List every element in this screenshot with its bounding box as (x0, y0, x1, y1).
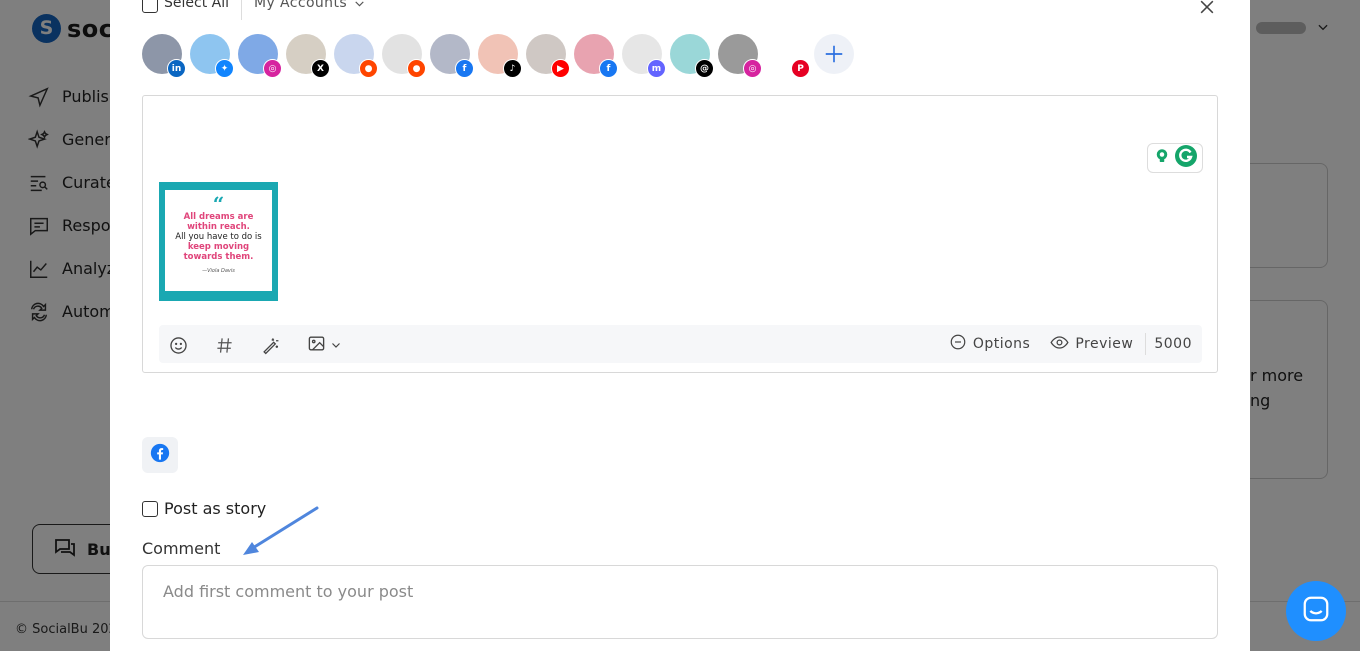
instagram-icon: ◎ (743, 59, 762, 78)
reddit-icon: ● (359, 59, 378, 78)
preview-label: Preview (1075, 336, 1134, 352)
quote-line: within reach. (187, 222, 250, 232)
quote-author: —Viola Davis (202, 268, 235, 274)
options-label: Options (972, 336, 1031, 352)
instagram-account-2-avatar[interactable]: ◎ (718, 34, 762, 78)
quote-line: keep moving (187, 242, 250, 252)
facebook-account-2-avatar[interactable]: f (574, 34, 618, 78)
comment-label: Comment (142, 539, 221, 558)
chevron-down-icon (353, 0, 366, 14)
pinterest-account-avatar[interactable]: P (766, 34, 810, 78)
youtube-account-avatar[interactable]: ▶ (526, 34, 570, 78)
x-account-avatar[interactable]: X (286, 34, 330, 78)
eye-icon (1050, 333, 1069, 356)
image-icon (307, 334, 326, 357)
grammarly-widget[interactable] (1147, 143, 1203, 173)
checkbox[interactable] (142, 0, 158, 13)
annotation-arrow-icon (243, 506, 319, 555)
editor-toolbar: Options Preview 5000 (159, 325, 1202, 363)
tiktok-icon: ♪ (503, 59, 522, 78)
reddit-icon: ● (407, 59, 426, 78)
facebook-icon: f (455, 59, 474, 78)
support-chat-button[interactable] (1286, 581, 1346, 641)
account-group-dropdown[interactable]: My Accounts (254, 0, 366, 14)
quote-line: towards them. (183, 252, 254, 262)
select-all-checkbox[interactable]: Select All (142, 0, 242, 20)
post-editor[interactable]: “ All dreams are within reach. All you h… (142, 95, 1218, 373)
quote-line: All you have to do is (175, 232, 262, 242)
facebook-icon: f (599, 59, 618, 78)
chevron-down-icon (330, 336, 342, 355)
character-count: 5000 (1154, 336, 1192, 352)
attached-image[interactable]: “ All dreams are within reach. All you h… (159, 182, 278, 301)
linkedin-account-avatar[interactable]: in (142, 34, 186, 78)
checkbox[interactable] (142, 500, 158, 517)
youtube-icon: ▶ (551, 59, 570, 78)
reddit-account-2-avatar[interactable]: ● (382, 34, 426, 78)
facebook-icon (150, 443, 170, 467)
select-all-label: Select All (164, 0, 229, 11)
close-icon[interactable] (1197, 0, 1217, 17)
tiktok-account-avatar[interactable]: ♪ (478, 34, 522, 78)
media-upload-button[interactable] (303, 334, 345, 356)
editor-toolbar-right: Options Preview 5000 (949, 325, 1202, 363)
preview-button[interactable]: Preview (1050, 333, 1147, 356)
lightbulb-icon[interactable] (1153, 147, 1171, 169)
plus-icon (825, 45, 843, 63)
options-button[interactable]: Options (949, 333, 1031, 355)
instagram-account-avatar[interactable]: ◎ (238, 34, 282, 78)
facebook-account-1-avatar[interactable]: f (430, 34, 474, 78)
first-comment-input[interactable] (142, 565, 1218, 639)
grammarly-icon[interactable] (1174, 144, 1198, 172)
quote-mark-icon: “ (212, 192, 225, 216)
instagram-icon: ◎ (263, 59, 282, 78)
minus-circle-icon (949, 333, 967, 355)
threads-icon: @ (695, 59, 714, 78)
compose-post-modal: Select All My Accounts in ✦ ◎ X ● ● f ♪ ▶ f m @ ◎ P “… (110, 0, 1250, 651)
chat-bubble-icon (1301, 594, 1331, 628)
account-selector-bar: Select All My Accounts (142, 0, 366, 30)
quote-card: “ All dreams are within reach. All you h… (165, 190, 272, 291)
linkedin-icon: in (167, 59, 186, 78)
x-icon: X (311, 59, 330, 78)
magic-wand-icon[interactable] (259, 334, 281, 356)
emoji-icon[interactable] (167, 334, 189, 356)
mastodon-account-avatar[interactable]: m (622, 34, 666, 78)
facebook-options-tab[interactable] (142, 437, 178, 473)
mastodon-icon: m (647, 59, 666, 78)
bluesky-icon: ✦ (215, 59, 234, 78)
bluesky-account-avatar[interactable]: ✦ (190, 34, 234, 78)
quote-line: All dreams are (183, 212, 254, 222)
reddit-account-1-avatar[interactable]: ● (334, 34, 378, 78)
add-account-button[interactable] (814, 34, 854, 74)
hashtag-icon[interactable] (213, 334, 235, 356)
threads-account-avatar[interactable]: @ (670, 34, 714, 78)
pinterest-icon: P (791, 59, 810, 78)
account-group-label: My Accounts (254, 0, 348, 11)
